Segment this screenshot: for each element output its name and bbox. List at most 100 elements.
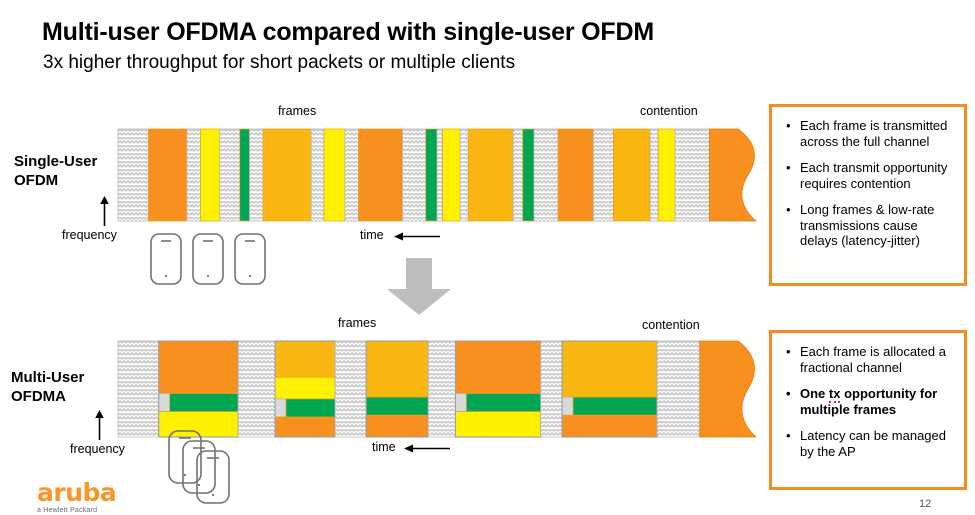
timeline-contention-block	[344, 128, 359, 222]
timeline-subchannel-gap	[274, 398, 287, 418]
timeline-subchannel-block	[455, 340, 542, 394]
list-item: • One tx opportunity for multiple frames	[780, 386, 956, 417]
time-axis-arrow-icon	[404, 444, 450, 453]
logo-tagline: a Hewlett Packard	[37, 507, 98, 514]
frequency-label-bottom: frequency	[70, 442, 125, 456]
row-label-single-user: Single-User OFDM	[14, 152, 97, 190]
timeline-contention-block	[117, 128, 149, 222]
list-item: • Each transmit opportunity requires con…	[780, 160, 956, 191]
list-item: • Long frames & low-rate transmissions c…	[780, 202, 956, 249]
callout-list-top: • Each frame is transmitted across the f…	[772, 107, 964, 249]
bullet-icon: •	[786, 118, 791, 133]
timeline-subchannel-block	[274, 340, 336, 378]
transition-down-arrow-icon	[387, 258, 451, 315]
client-devices-multi-user	[168, 430, 230, 504]
timeline-frame-block	[200, 128, 221, 222]
timeline-subchannel-block	[169, 393, 239, 412]
list-item-text: Latency can be managed by the AP	[800, 428, 946, 459]
list-item-text: Each transmit opportunity requires conte…	[800, 160, 948, 191]
timeline-contention-block	[649, 128, 659, 222]
contention-label-bottom: contention	[642, 318, 700, 332]
timeline-frame-block	[262, 128, 312, 222]
timeline-subchannel-gap	[561, 396, 574, 416]
timeline-frame-block	[425, 128, 438, 222]
timeline-subchannel-block	[274, 376, 336, 400]
timeline-contention-block	[592, 128, 614, 222]
timeline-frame-block	[239, 128, 250, 222]
timeline-subchannel-block	[285, 398, 336, 418]
frequency-axis-arrow-icon	[95, 410, 104, 440]
timeline-contention-block	[540, 340, 563, 438]
timeline-multi-user-ofdma	[117, 340, 758, 438]
frames-label-top: frames	[278, 104, 317, 118]
timeline-frame-block	[522, 128, 535, 222]
aruba-logo: aruba a Hewlett Packard	[37, 478, 157, 514]
row-label-multi-user: Multi-User OFDMA	[11, 368, 84, 406]
timeline-subchannel-block	[455, 411, 542, 438]
page-title: Multi-user OFDMA compared with single-us…	[42, 18, 654, 46]
timeline-contention-block	[249, 128, 264, 222]
timeline-contention-block	[459, 128, 469, 222]
bullet-icon: •	[786, 386, 791, 401]
page-number: 12	[919, 498, 932, 510]
timeline-contention-block	[237, 340, 276, 438]
timeline-contention-block	[533, 128, 559, 222]
timeline-frame-block	[467, 128, 514, 222]
time-axis-arrow-icon	[394, 232, 440, 241]
timeline-contention-block	[186, 128, 201, 222]
list-item: • Each frame is transmitted across the f…	[780, 118, 956, 149]
callout-list-bottom: • Each frame is allocated a fractional c…	[772, 333, 964, 459]
timeline-contention-block	[674, 128, 710, 222]
logo-wordmark: aruba	[37, 478, 117, 507]
timeline-subchannel-block	[158, 340, 239, 394]
timeline-frame-torn	[699, 340, 758, 438]
list-item-text: Each frame is allocated a fractional cha…	[800, 344, 946, 375]
page-subtitle: 3x higher throughput for short packets o…	[43, 52, 516, 73]
timeline-contention-block	[334, 340, 367, 438]
list-item: • Latency can be managed by the AP	[780, 428, 956, 459]
timeline-single-user-ofdm	[117, 128, 758, 222]
frequency-label-top: frequency	[62, 228, 117, 242]
time-label-top: time	[360, 228, 384, 242]
timeline-frame-block	[612, 128, 651, 222]
contention-label-top: contention	[640, 104, 698, 118]
timeline-frame-block	[358, 128, 403, 222]
list-item-text: Each frame is transmitted across the ful…	[800, 118, 948, 149]
timeline-subchannel-block	[365, 340, 429, 398]
frames-label-bottom: frames	[338, 316, 377, 330]
timeline-subchannel-block	[365, 414, 429, 438]
timeline-subchannel-block	[365, 396, 429, 416]
list-item: • Each frame is allocated a fractional c…	[780, 344, 956, 375]
timeline-contention-block	[512, 128, 524, 222]
time-label-bottom: time	[372, 440, 396, 454]
timeline-frame-block	[323, 128, 346, 222]
bullet-icon: •	[786, 160, 791, 175]
timeline-contention-block	[219, 128, 241, 222]
timeline-contention-block	[656, 340, 701, 438]
frequency-axis-arrow-icon	[100, 196, 109, 226]
timeline-contention-block	[427, 340, 456, 438]
timeline-contention-block	[117, 340, 160, 438]
timeline-frame-torn	[709, 128, 758, 222]
bullet-icon: •	[786, 202, 791, 217]
row-label-line1: Multi-User	[11, 369, 85, 386]
timeline-subchannel-block	[561, 414, 658, 438]
timeline-frame-block	[442, 128, 461, 222]
timeline-contention-block	[436, 128, 443, 222]
timeline-subchannel-block	[561, 340, 658, 398]
timeline-subchannel-block	[274, 416, 336, 438]
row-label-line2: OFDM	[14, 172, 59, 189]
bullet-icon: •	[786, 344, 791, 359]
timeline-subchannel-gap	[455, 393, 467, 412]
timeline-frame-block	[148, 128, 188, 222]
list-item-text: One tx opportunity for multiple frames	[800, 386, 938, 417]
callout-multi-user-ofdma: • Each frame is allocated a fractional c…	[769, 330, 967, 490]
timeline-frame-block	[657, 128, 676, 222]
spellcheck-underline: tx	[828, 386, 841, 403]
timeline-subchannel-block	[572, 396, 658, 416]
timeline-contention-block	[402, 128, 427, 222]
callout-single-user-ofdm: • Each frame is transmitted across the f…	[769, 104, 967, 286]
client-devices-single-user	[150, 233, 266, 285]
timeline-subchannel-block	[466, 393, 542, 412]
timeline-contention-block	[310, 128, 325, 222]
